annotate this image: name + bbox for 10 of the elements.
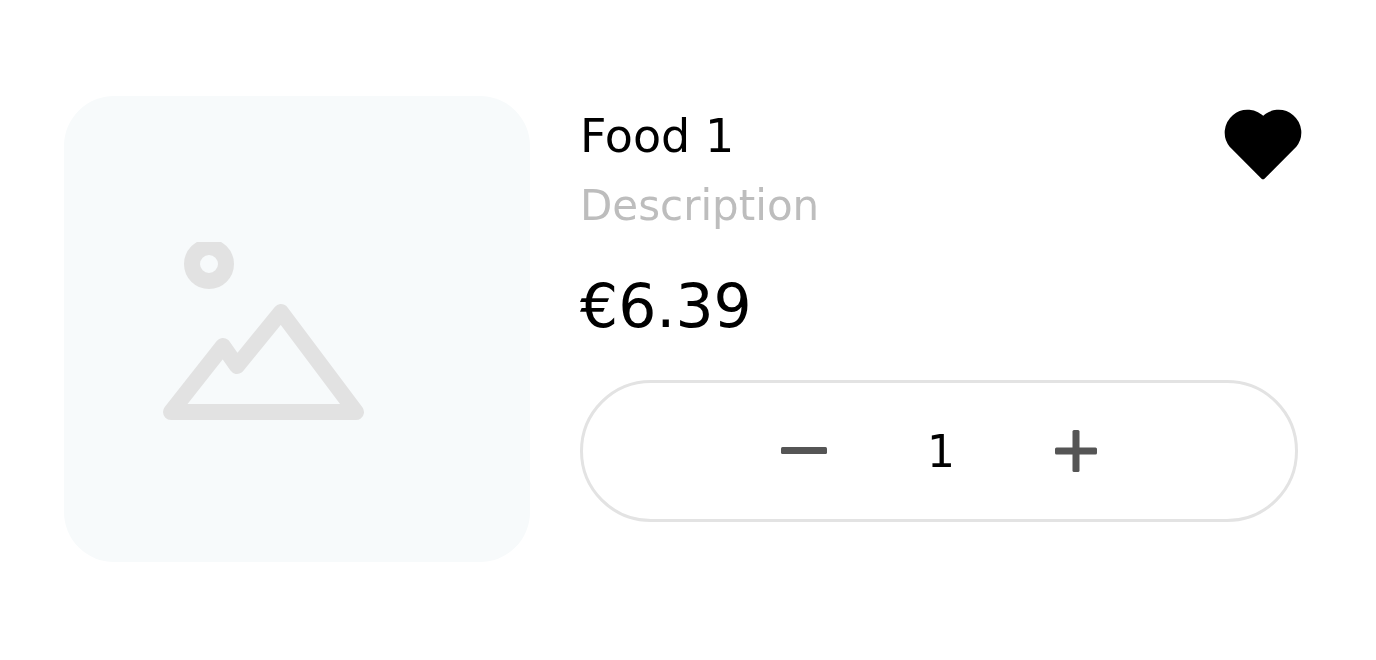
favorite-button[interactable] [1222,108,1304,180]
heart-icon [1222,108,1304,180]
product-name: Food 1 [580,108,735,164]
plus-icon [1055,430,1097,472]
minus-icon [781,447,827,455]
product-description: Description [580,180,820,232]
quantity-value: 1 [927,425,955,477]
increase-button[interactable] [1055,430,1097,472]
product-price: €6.39 [580,270,752,342]
decrease-button[interactable] [781,447,827,455]
